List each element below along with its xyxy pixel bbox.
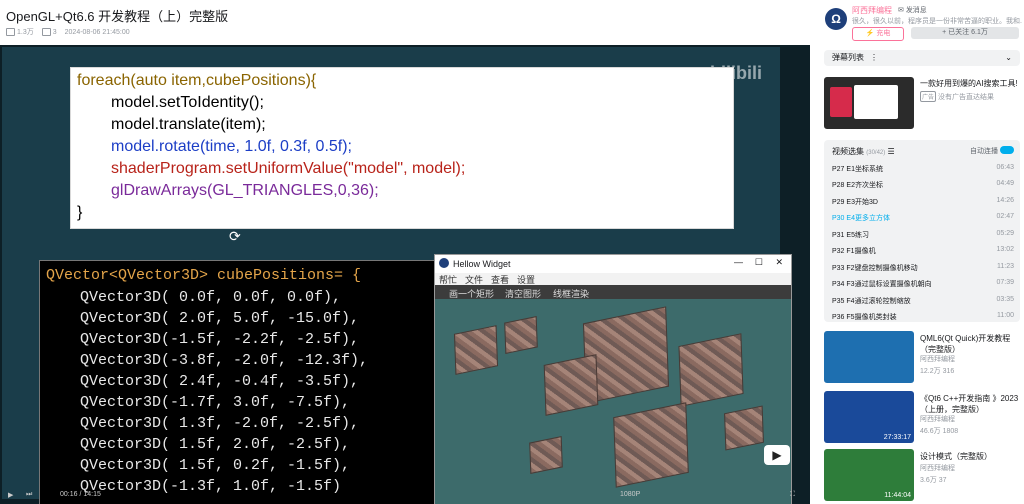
rec-thumbnail[interactable] (824, 331, 914, 383)
episode-item[interactable]: P31 E5练习 05:29 (832, 230, 1014, 242)
rec-uploader[interactable]: 阿西拜编程 (920, 414, 955, 424)
episode-item[interactable]: P32 F1摄像机 13:02 (832, 246, 1014, 258)
rec-stats: 3.6万 37 (920, 477, 947, 484)
code-line: shaderProgram.setUniformValue("model", m… (111, 160, 466, 177)
autoplay-toggle[interactable] (1000, 146, 1014, 154)
player-controls: ▶ ⏭ 00:16 / 14:15 1080P ⛶ (0, 487, 810, 504)
code-slide: foreach(auto item,cubePositions){ model.… (70, 67, 734, 229)
maximize-icon[interactable]: ☐ (755, 257, 763, 268)
app-logo-icon (439, 258, 449, 268)
danmaku-stat: 3 (41, 28, 57, 36)
code-line: model.translate(item); (111, 116, 266, 133)
vector-row: QVector3D( 1.5f, 2.0f, -2.5f), (80, 436, 351, 453)
publish-date: 2024-08-06 21:45:00 (64, 28, 130, 36)
follow-button[interactable]: + 已关注 6.1万 (911, 27, 1019, 39)
code-line: } (77, 204, 83, 221)
rec-duration: 27:33:17 (883, 434, 911, 441)
ad-subtitle: 广告 没有广告直达结果 (920, 91, 994, 102)
episode-item[interactable]: P35 F4通过滚轮控制缩放 03:35 (832, 296, 1014, 308)
ad-title[interactable]: 一款好用到爆的AI搜索工具! (920, 78, 1018, 89)
vector-code-block: QVector<QVector3D> cubePositions= { QVec… (39, 260, 436, 504)
rec-stats: 46.6万 1808 (920, 428, 959, 435)
vector-row: QVector3D(-1.7f, 3.0f, -7.5f), (80, 394, 351, 411)
video-title: OpenGL+Qt6.6 开发教程（上）完整版 (6, 9, 229, 24)
rec-thumbnail[interactable]: 27:33:17 (824, 391, 914, 443)
danmaku-list-label: 弹幕列表 (832, 53, 864, 62)
list-icon[interactable]: ☰ (887, 147, 894, 156)
vector-header: QVector<QVector3D> cubePositions= { (46, 267, 362, 284)
uploader-avatar[interactable]: Ω (825, 8, 847, 30)
cube (678, 333, 744, 407)
video-frame: bilibili foreach(auto item,cubePositions… (2, 47, 792, 504)
widget-menubar: 帮忙 文件 查看 设置 (435, 273, 791, 285)
vector-row: QVector3D(-1.5f, -2.2f, -2.5f), (80, 331, 360, 348)
code-line: model.rotate(time, 1.0f, 0.3f, 0.5f); (111, 138, 352, 155)
cube (543, 354, 599, 416)
episode-item[interactable]: P27 E1坐标系统 06:43 (832, 164, 1014, 176)
autoplay-label: 自动连播 (970, 148, 998, 155)
fullscreen-icon[interactable]: ⛶ (790, 491, 795, 499)
more-icon[interactable]: ⋮ (870, 50, 878, 66)
video-player[interactable]: bilibili foreach(auto item,cubePositions… (0, 45, 810, 504)
charge-button[interactable]: ⚡ 充电 (852, 27, 904, 41)
vector-row: QVector3D( 2.4f, -0.4f, -3.5f), (80, 373, 360, 390)
video-meta: 1.3万 3 2024-08-06 21:45:00 (6, 27, 130, 37)
rec-uploader[interactable]: 阿西拜编程 (920, 463, 955, 473)
widget-titlebar: Hellow Widget — ☐ ✕ (435, 255, 791, 273)
vector-row: QVector3D( 1.3f, -2.0f, -2.5f), (80, 415, 360, 432)
uploader-name[interactable]: 阿西拜编程 (852, 5, 892, 16)
play-overlay-button[interactable]: ▶ (764, 445, 790, 465)
close-icon[interactable]: ✕ (775, 257, 783, 268)
hellow-widget-window: Hellow Widget — ☐ ✕ 帮忙 文件 查看 设置 画一个矩形 清空… (434, 254, 792, 504)
vector-row: QVector3D( 1.5f, 0.2f, -1.5f), (80, 457, 351, 474)
rec-duration: 11:44:04 (884, 492, 911, 499)
quality-button[interactable]: 1080P (620, 491, 640, 498)
episode-header: 视频选集 (30/42) ☰ (832, 147, 895, 156)
cube (613, 402, 689, 488)
play-count-icon (6, 28, 15, 37)
views-stat: 1.3万 (6, 27, 34, 37)
play-icon[interactable]: ▶ (8, 491, 13, 499)
episode-item[interactable]: P28 E2齐次坐标 04:49 (832, 180, 1014, 192)
episode-item[interactable]: P29 E3开始3D 14:26 (832, 197, 1014, 209)
danmaku-icon (41, 28, 51, 36)
ad-tag: 广告 (920, 91, 937, 102)
vector-row: QVector3D( 2.0f, 5.0f, -15.0f), (80, 310, 360, 327)
episode-item[interactable]: P33 F2键盘控制摄像机移动 11:23 (832, 263, 1014, 275)
episode-item[interactable]: P36 F5摄像机类封装 11:00 (832, 312, 1014, 324)
rec-stats: 12.2万 316 (920, 368, 955, 375)
rec-title[interactable]: 设计模式（完整版） (920, 451, 1020, 462)
episode-item-active[interactable]: P30 E4更多立方体 02:47 (832, 213, 1014, 225)
cube (529, 436, 563, 474)
rec-uploader[interactable]: 阿西拜编程 (920, 354, 955, 364)
minimize-icon[interactable]: — (734, 257, 743, 267)
widget-title: Hellow Widget (453, 259, 511, 269)
vector-row: QVector3D(-3.8f, -2.0f, -12.3f), (80, 352, 369, 369)
code-line: model.setToIdentity(); (111, 94, 264, 111)
episode-item[interactable]: P34 F3通过鼠标设置摄像机朝向 07:39 (832, 279, 1014, 291)
next-icon[interactable]: ⏭ (26, 491, 32, 499)
uploader-description: 很久，很久以前，程序员是一份非常苦逼的职业。我和... (852, 18, 1022, 25)
code-line: glDrawArrays(GL_TRIANGLES,0,36); (111, 182, 379, 199)
code-line: foreach(auto item,cubePositions){ (77, 72, 317, 89)
rotate-handle-icon: ⟳ (229, 228, 241, 244)
rec-thumbnail[interactable]: 11:44:04 (824, 449, 914, 501)
send-message-link[interactable]: ✉ 发消息 (898, 5, 927, 15)
widget-toolbar: 画一个矩形 清空图形 线框渲染 (435, 285, 791, 299)
time-display: 00:16 / 14:15 (60, 491, 101, 498)
vector-row: QVector3D( 0.0f, 0.0f, 0.0f), (80, 289, 342, 306)
rec-title[interactable]: QML6(Qt Quick)开发教程（完整版） (920, 333, 1020, 355)
chevron-down-icon[interactable]: ⌄ (1005, 50, 1012, 66)
cube (453, 325, 499, 375)
cube (504, 316, 538, 354)
opengl-viewport (435, 299, 791, 504)
cube (724, 405, 764, 451)
episode-list: 视频选集 (30/42) ☰ 自动连播 P27 E1坐标系统 06:43 P28 … (824, 140, 1020, 322)
rec-title[interactable]: 《Qt6 C++开发指南 》2023（上册，完整版） (920, 393, 1020, 415)
danmaku-list-toggle[interactable]: 弹幕列表 ⋮ ⌄ (824, 50, 1020, 66)
ad-thumbnail[interactable] (824, 77, 914, 129)
